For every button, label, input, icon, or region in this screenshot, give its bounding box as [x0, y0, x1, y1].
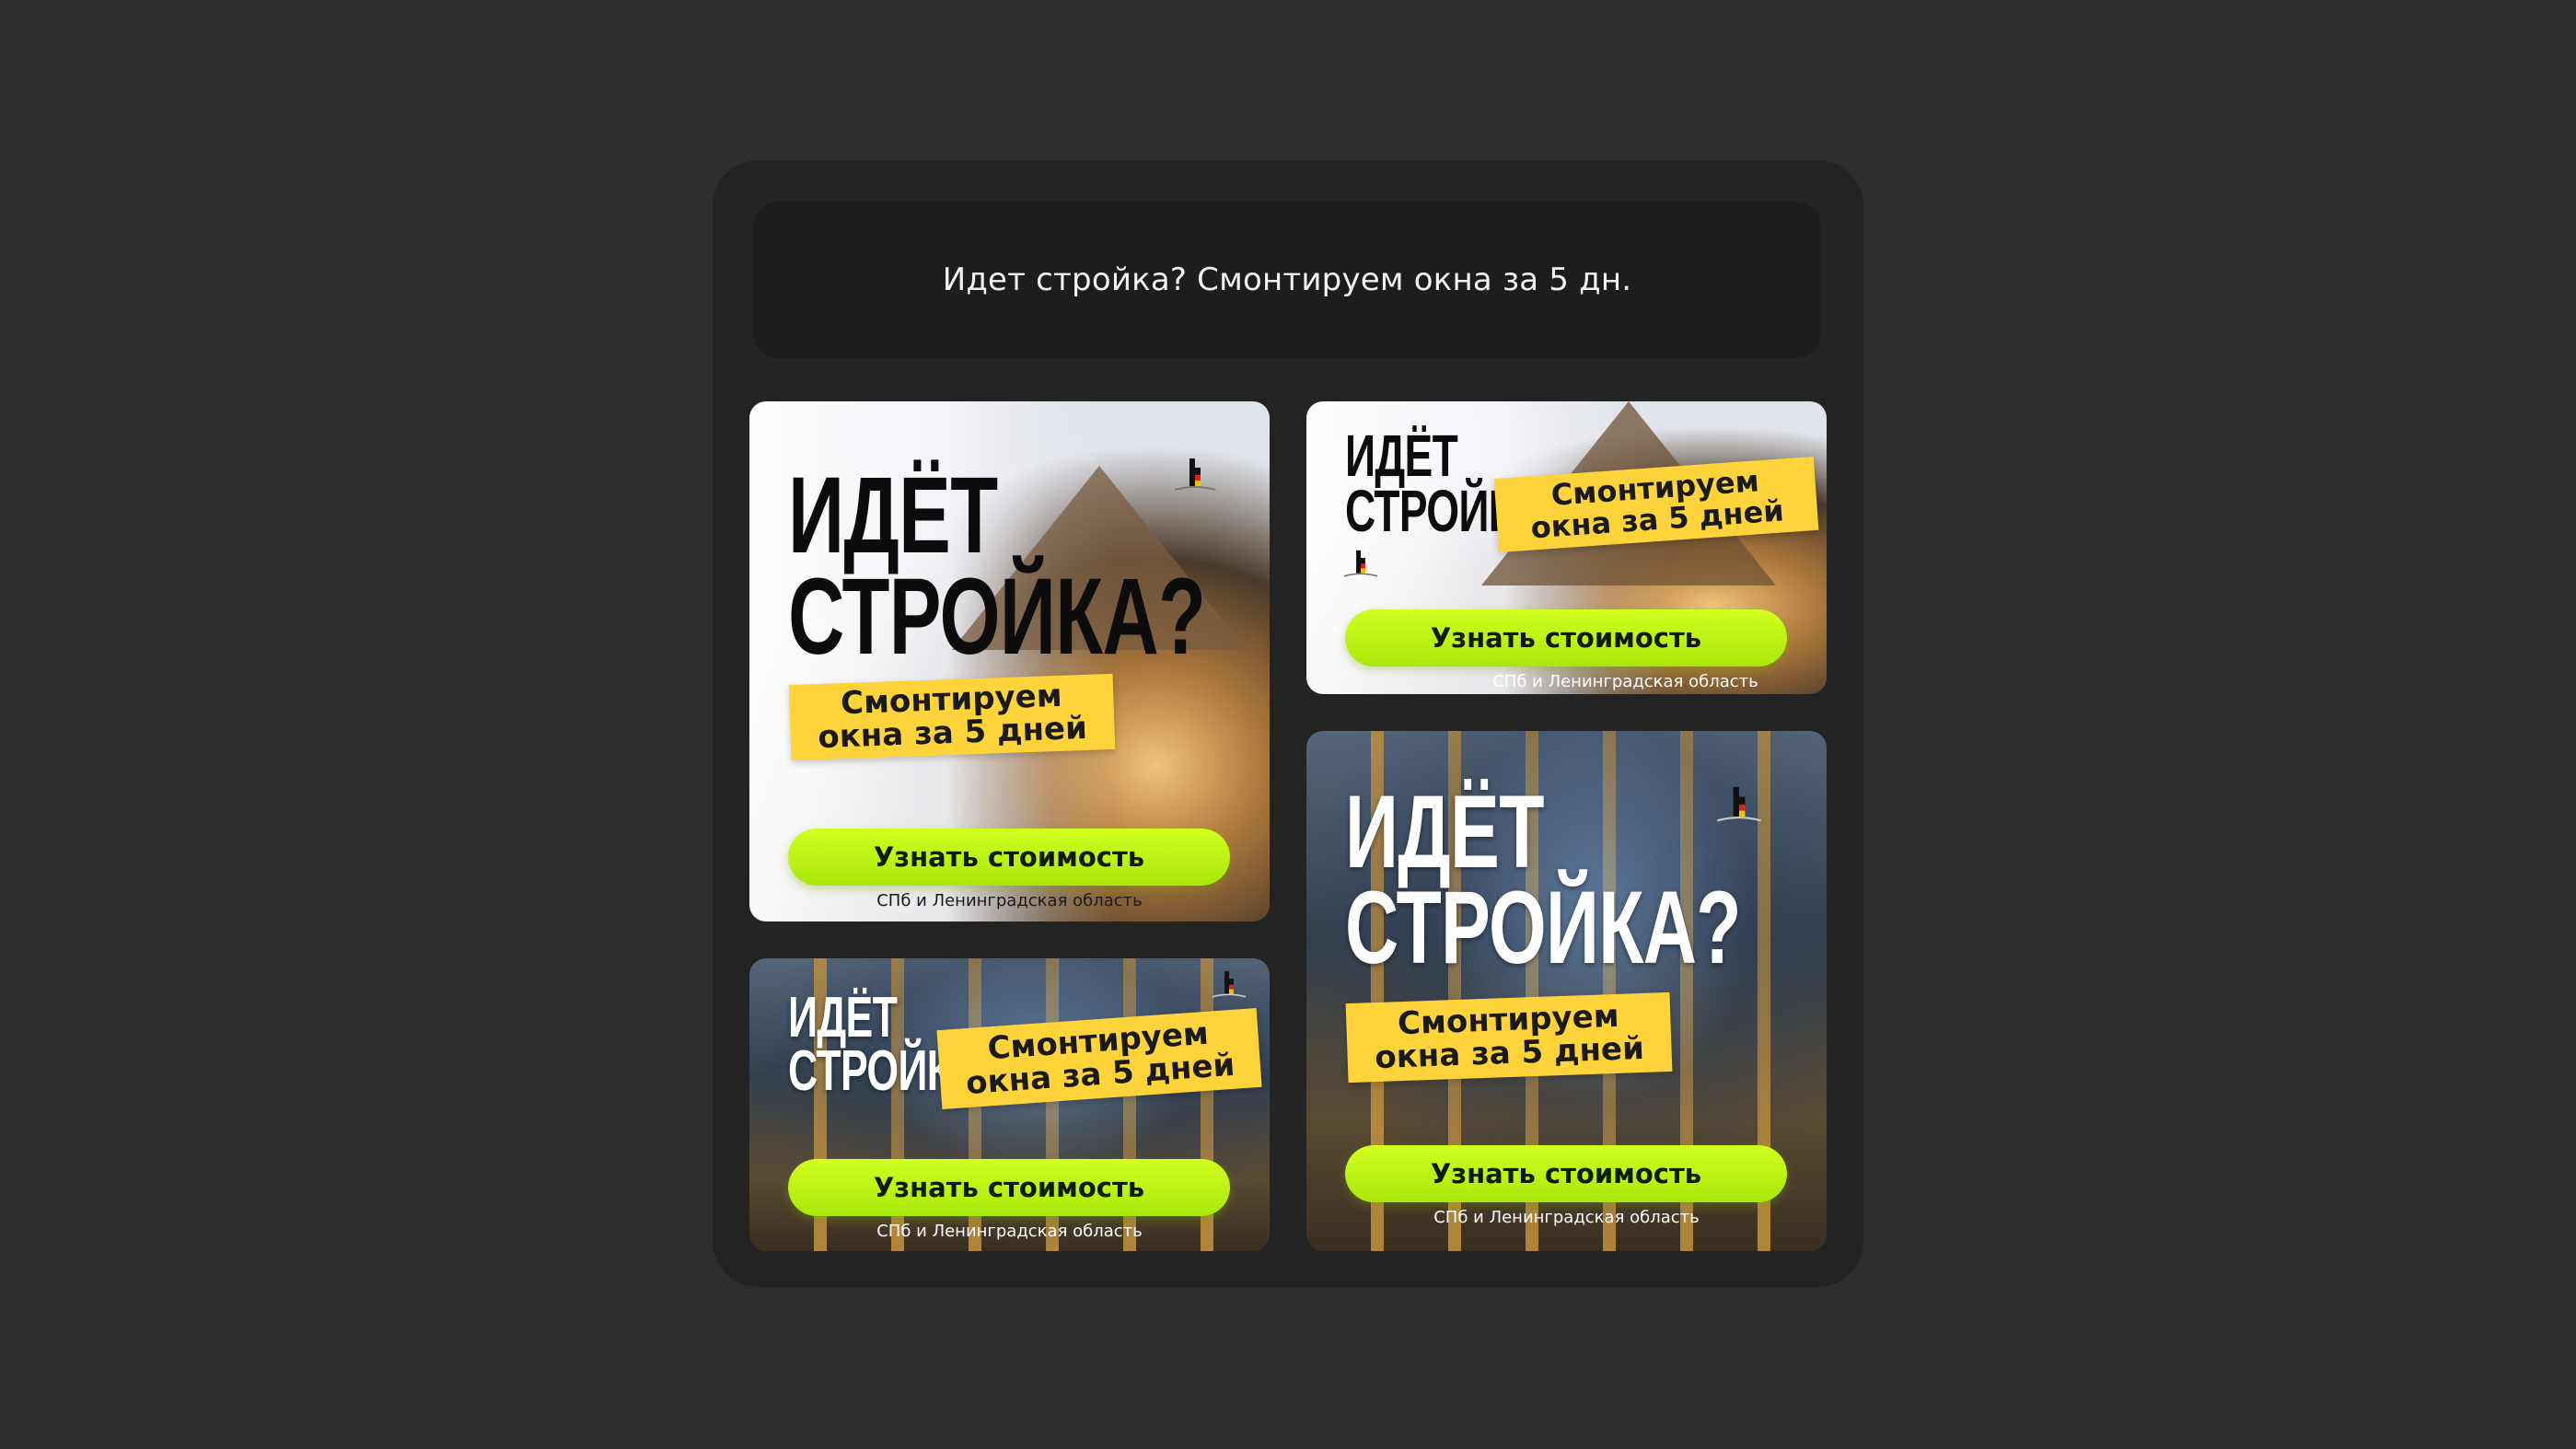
get-price-button[interactable]: Узнать стоимость: [788, 1159, 1230, 1216]
get-price-button-label: Узнать стоимость: [873, 841, 1145, 873]
region-text: СПб и Ленинградская область: [876, 891, 1143, 910]
get-price-button-label: Узнать стоимость: [1430, 1158, 1702, 1189]
get-price-button-label: Узнать стоимость: [873, 1172, 1145, 1203]
headline: ИДЁТ СТРОЙКА?: [1345, 774, 1742, 986]
get-price-button[interactable]: Узнать стоимость: [788, 829, 1230, 886]
ad-caption-text: Идет стройка? Смонтируем окна за 5 дн.: [942, 261, 1632, 298]
get-price-button-label: Узнать стоимость: [1430, 622, 1702, 654]
region-text: СПб и Ленинградская область: [876, 1222, 1143, 1241]
offer-tag-line-2: окна за 5 дней: [1374, 1029, 1645, 1077]
ad-card-square-light[interactable]: ИДЁТ СТРОЙКА? Смонтируем окна за 5 дней …: [749, 401, 1270, 922]
headline-line-2: СТРОЙКА?: [788, 555, 1206, 678]
offer-tag: Смонтируем окна за 5 дней: [1345, 991, 1673, 1084]
house-flag-logo-icon: [1343, 550, 1378, 577]
house-flag-logo-icon: [1212, 970, 1247, 998]
get-price-button[interactable]: Узнать стоимость: [1345, 1145, 1787, 1202]
headline-line-1: ИДЁТ: [1345, 774, 1544, 889]
get-price-button[interactable]: Узнать стоимость: [1345, 609, 1787, 667]
headline-line-2: СТРОЙКА?: [1345, 870, 1742, 986]
offer-tag: Смонтируем окна за 5 дней: [788, 673, 1116, 761]
region-text: СПб и Ленинградская область: [1433, 1208, 1700, 1227]
ad-caption: Идет стройка? Смонтируем окна за 5 дн.: [753, 202, 1821, 358]
ad-card-square-dark[interactable]: ИДЁТ СТРОЙКА? Смонтируем окна за 5 дней …: [1306, 731, 1827, 1251]
ad-card-landscape-dark[interactable]: ИДЁТ СТРОЙКА? Смонтируем окна за 5 дней …: [749, 958, 1270, 1251]
headline: ИДЁТ СТРОЙКА?: [788, 455, 1206, 678]
offer-tag-line-2: окна за 5 дней: [817, 709, 1088, 757]
region-text: СПб и Ленинградская область: [1492, 672, 1758, 691]
headline-line-1: ИДЁТ: [788, 455, 998, 576]
ad-card-landscape-light[interactable]: ИДЁТ СТРОЙКА? Смонтируем окна за 5 дней …: [1306, 401, 1827, 694]
